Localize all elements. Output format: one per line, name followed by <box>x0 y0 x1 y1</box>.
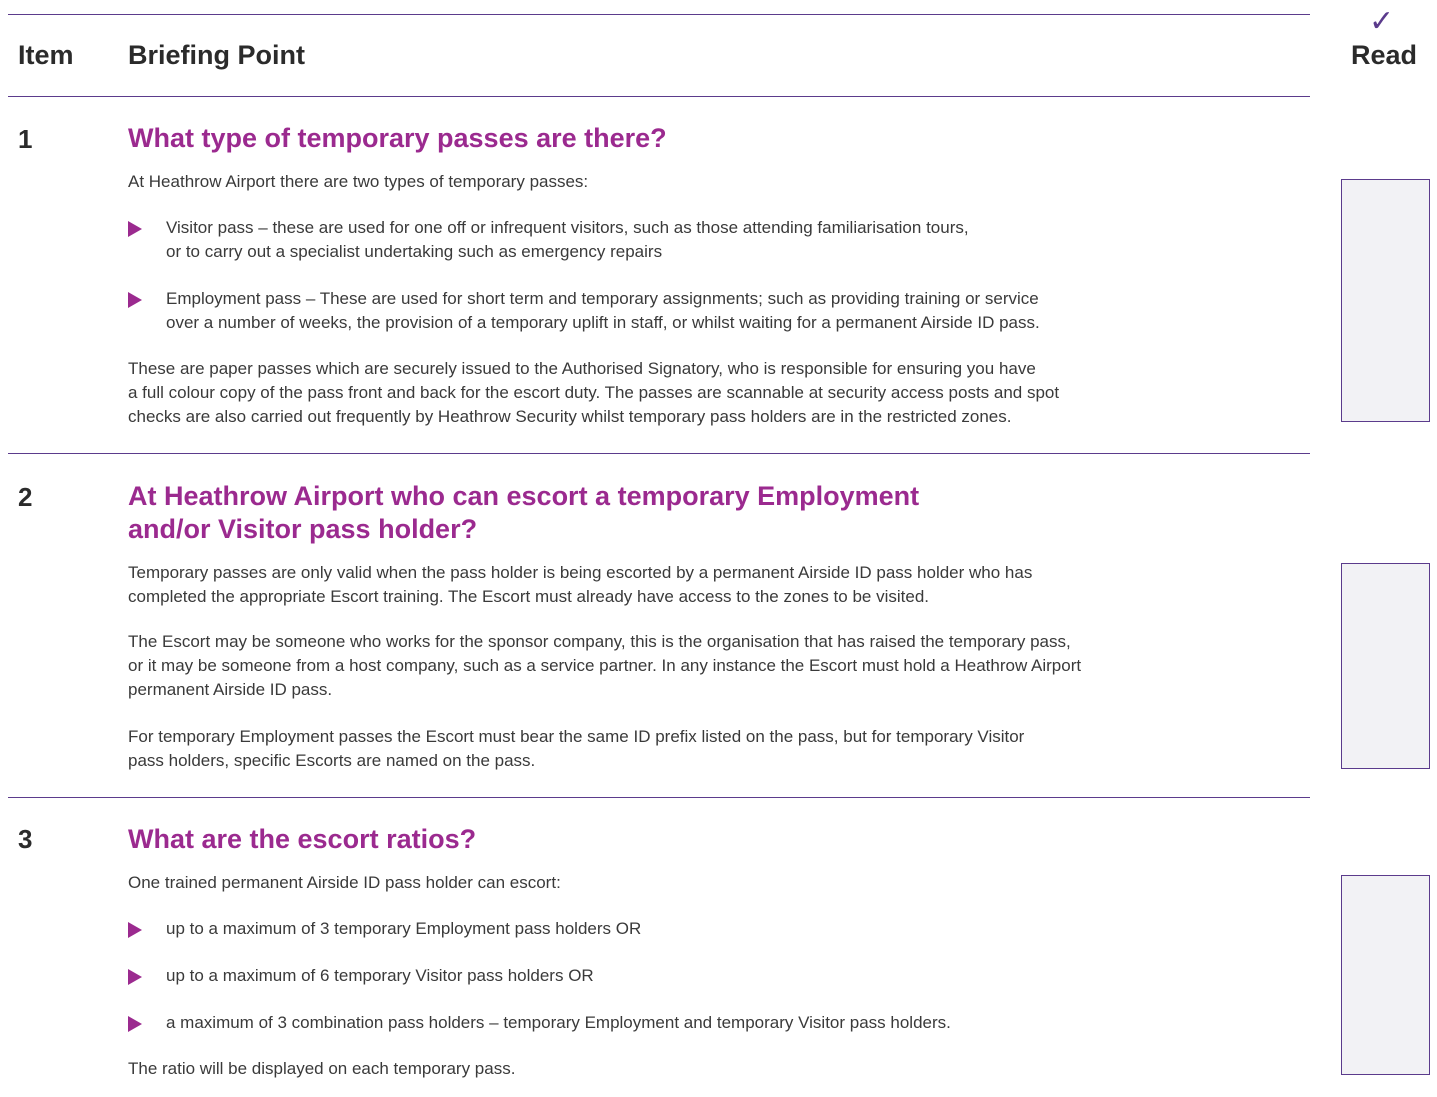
section-2-paragraph-1: Temporary passes are only valid when the… <box>128 563 1033 606</box>
section-3-closing: The ratio will be displayed on each temp… <box>128 1059 516 1078</box>
bullet-item: Employment pass – These are used for sho… <box>128 287 1248 335</box>
read-column-header: Read <box>1351 40 1418 70</box>
bullet-item: up to a maximum of 3 temporary Employmen… <box>128 917 1248 941</box>
section-2-question: At Heathrow Airport who can escort a tem… <box>128 481 920 544</box>
section-1-intro: At Heathrow Airport there are two types … <box>128 172 589 191</box>
triangle-bullet-icon <box>128 221 142 237</box>
section-1-question: What type of temporary passes are there? <box>128 123 667 153</box>
section-3-question: What are the escort ratios? <box>128 824 477 854</box>
section-2-rule <box>8 797 1310 798</box>
section-2-number: 2 <box>18 482 33 512</box>
section-1-number: 1 <box>18 124 33 154</box>
top-rule <box>8 14 1310 15</box>
read-checkbox-1[interactable] <box>1341 179 1430 422</box>
briefing-point-column-header: Briefing Point <box>128 40 305 70</box>
section-1-closing: These are paper passes which are securel… <box>128 359 1060 426</box>
bullet-item: a maximum of 3 combination pass holders … <box>128 1011 1248 1035</box>
item-column-header: Item <box>18 40 74 70</box>
bullet-item: Visitor pass – these are used for one of… <box>128 216 1248 264</box>
section-3-number: 3 <box>18 824 33 854</box>
checkmark-icon: ✓ <box>1369 5 1395 38</box>
header-rule <box>8 96 1310 97</box>
triangle-bullet-icon <box>128 292 142 308</box>
section-3-intro: One trained permanent Airside ID pass ho… <box>128 873 561 892</box>
triangle-bullet-icon <box>128 969 142 985</box>
section-1-rule <box>8 453 1310 454</box>
read-checkbox-2[interactable] <box>1341 563 1430 769</box>
triangle-bullet-icon <box>128 1016 142 1032</box>
section-2-paragraph-2: The Escort may be someone who works for … <box>128 632 1082 699</box>
bullet-item: up to a maximum of 6 temporary Visitor p… <box>128 964 1248 988</box>
triangle-bullet-icon <box>128 922 142 938</box>
section-2-paragraph-3: For temporary Employment passes the Esco… <box>128 727 1025 770</box>
read-checkbox-3[interactable] <box>1341 875 1430 1075</box>
